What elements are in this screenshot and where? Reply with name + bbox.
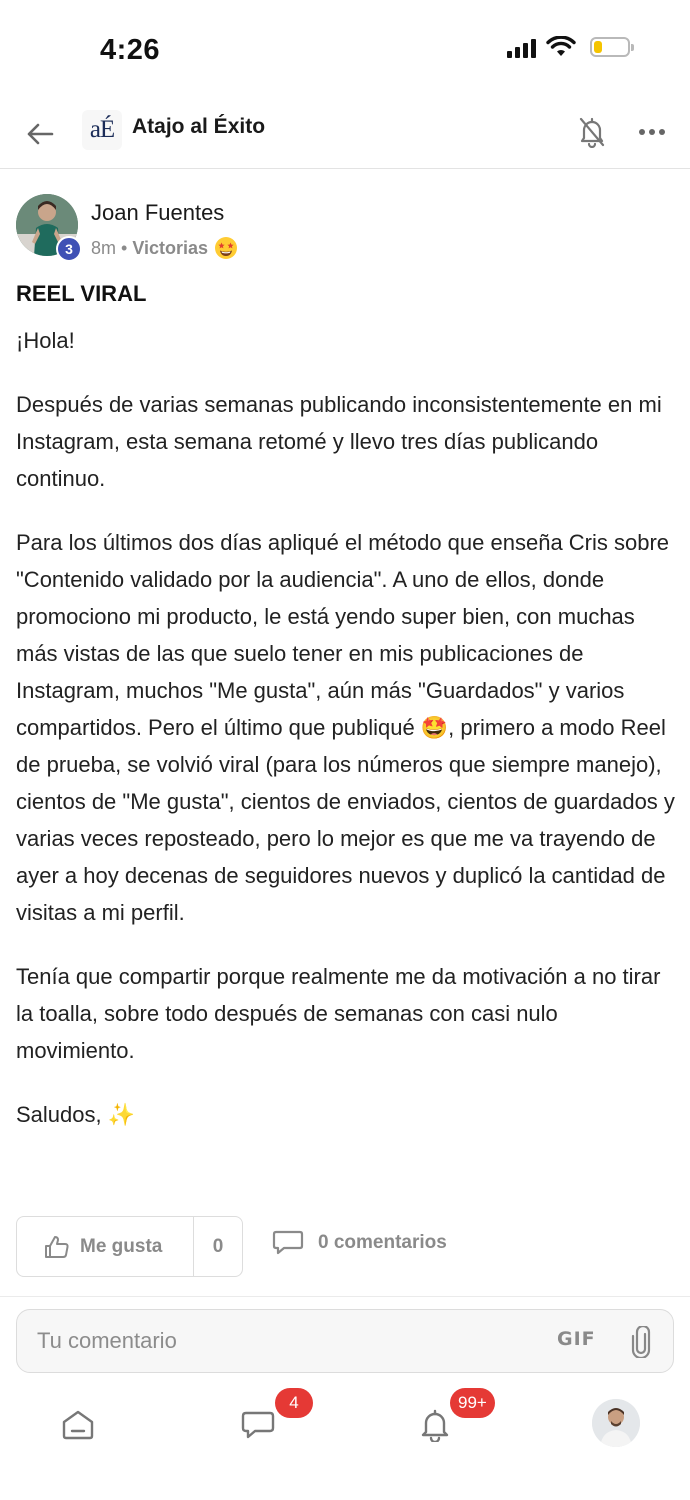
post-paragraph: Tenía que compartir porque realmente me … bbox=[16, 964, 661, 1063]
post-paragraph: Después de varias semanas publicando inc… bbox=[16, 392, 662, 491]
status-icons bbox=[507, 36, 634, 58]
paperclip-icon bbox=[631, 1326, 651, 1358]
community-title[interactable]: Atajo al Éxito bbox=[132, 115, 265, 139]
mute-notifications-button[interactable] bbox=[570, 110, 614, 154]
post-paragraph: Saludos, ✨ bbox=[16, 1102, 136, 1127]
comment-composer: GIF bbox=[16, 1309, 674, 1373]
status-time: 4:26 bbox=[100, 34, 161, 66]
more-options-button[interactable] bbox=[630, 110, 674, 154]
nav-home-button[interactable] bbox=[50, 1400, 106, 1450]
post-title: REEL VIRAL bbox=[16, 281, 147, 306]
cellular-signal-icon bbox=[507, 36, 536, 58]
thumbs-up-icon bbox=[45, 1235, 69, 1258]
like-count[interactable]: 0 bbox=[194, 1217, 242, 1276]
like-control: Me gusta 0 bbox=[16, 1216, 243, 1277]
comments-label: 0 comentarios bbox=[318, 1232, 447, 1253]
app-header: aÉ Atajo al Éxito bbox=[0, 100, 690, 169]
post-category[interactable]: Victorias bbox=[132, 238, 208, 259]
author-name[interactable]: Joan Fuentes bbox=[91, 200, 224, 226]
post-time: 8m bbox=[91, 237, 117, 258]
attach-button[interactable] bbox=[625, 1324, 657, 1360]
more-horizontal-icon bbox=[639, 129, 665, 135]
post-body: ¡Hola! Después de varias semanas publica… bbox=[16, 322, 678, 1160]
comments-button[interactable]: 0 comentarios bbox=[272, 1230, 447, 1256]
author-level-badge: 3 bbox=[56, 236, 82, 262]
chat-icon bbox=[241, 1411, 275, 1439]
chat-unread-badge: 4 bbox=[275, 1388, 313, 1418]
comment-input[interactable] bbox=[37, 1310, 537, 1372]
profile-avatar bbox=[592, 1399, 640, 1447]
section-divider bbox=[0, 1296, 690, 1297]
status-bar: 4:26 bbox=[0, 0, 690, 100]
arrow-left-icon bbox=[27, 123, 54, 145]
bell-off-icon bbox=[579, 117, 605, 148]
battery-low-icon bbox=[590, 37, 634, 57]
like-button[interactable]: Me gusta bbox=[17, 1217, 194, 1276]
home-icon bbox=[62, 1410, 94, 1440]
meta-separator: • bbox=[121, 237, 128, 258]
like-label: Me gusta bbox=[80, 1235, 163, 1257]
star-struck-emoji-icon bbox=[215, 237, 238, 259]
back-button[interactable] bbox=[18, 112, 62, 156]
post-paragraph: Para los últimos dos días apliqué el mét… bbox=[16, 530, 675, 925]
community-logo[interactable]: aÉ bbox=[82, 110, 122, 150]
nav-profile-button[interactable] bbox=[588, 1398, 644, 1448]
bottom-navigation bbox=[0, 1380, 690, 1500]
wifi-icon bbox=[546, 36, 576, 56]
post-meta: 8m • Victorias bbox=[91, 236, 238, 260]
notifications-unread-badge: 99+ bbox=[450, 1388, 495, 1418]
comment-bubble-icon bbox=[272, 1230, 304, 1255]
post-paragraph: ¡Hola! bbox=[16, 328, 75, 353]
bell-icon bbox=[421, 1409, 449, 1442]
battery-level-fill bbox=[594, 41, 602, 53]
gif-button[interactable]: GIF bbox=[557, 1328, 596, 1350]
